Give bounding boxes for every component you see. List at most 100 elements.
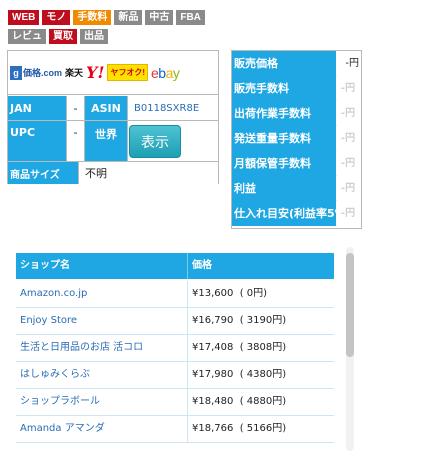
- kakaku-g-icon: g: [10, 65, 22, 80]
- asin-value-text: B0118SXR8E: [134, 102, 200, 114]
- shop-name-link[interactable]: Amanda アマンダ: [20, 416, 105, 442]
- divider: [8, 161, 218, 162]
- shop-price-table: ショップ名 価格 Amazon.co.jp ¥13,600 ( 0円) Enjo…: [16, 253, 334, 451]
- price-row: 利益 -円: [232, 176, 361, 201]
- tag-buyback[interactable]: 買取: [49, 29, 77, 44]
- price-row: 出荷作業手数料 -円: [232, 101, 361, 126]
- jan-value: -: [67, 96, 84, 120]
- divider: [8, 120, 218, 121]
- table-row: Amazon.co.jp ¥13,600 ( 0円): [16, 281, 334, 308]
- shop-price-diff: ( 3808円): [239, 342, 287, 353]
- upc-label-text: UPC: [10, 126, 36, 139]
- size-label: 商品サイズ: [8, 162, 78, 184]
- tag-review[interactable]: レビュ: [8, 29, 46, 44]
- tag-fee[interactable]: 手数料: [73, 10, 112, 25]
- price-row-value: -円: [337, 126, 361, 151]
- asin-label: ASIN: [85, 96, 127, 120]
- tag-new[interactable]: 新品: [114, 10, 143, 25]
- shop-name-link[interactable]: はしゅみくらぶ: [20, 362, 90, 388]
- kakaku-logo-text: 価格.com: [23, 68, 63, 78]
- yahoo-logo[interactable]: Y!: [86, 63, 104, 82]
- size-label-text: 商品サイズ: [10, 169, 60, 181]
- shop-table-header: ショップ名 価格: [16, 253, 334, 279]
- shop-price-header: 価格: [192, 260, 212, 271]
- price-row: 仕入れ目安(利益率5%) -円: [232, 201, 361, 226]
- column-divider: [187, 362, 188, 389]
- column-divider: [187, 308, 188, 335]
- table-row: Amanda アマンダ ¥18,766 ( 5166円): [16, 416, 334, 443]
- price-row-label: 販売手数料: [232, 76, 336, 101]
- divider: [127, 96, 128, 161]
- tag-listing[interactable]: 出品: [80, 29, 108, 44]
- price-row-label: 仕入れ目安(利益率5%): [232, 201, 336, 226]
- shop-name-link[interactable]: 生活と日用品のお店 活コロ: [20, 335, 143, 361]
- shop-price: ¥18,766 ( 5166円): [192, 416, 286, 442]
- rakuten-logo[interactable]: 楽天: [65, 66, 83, 79]
- jan-value-text: -: [73, 101, 78, 115]
- size-value: 不明: [79, 162, 218, 184]
- column-divider: [187, 416, 188, 443]
- shop-price: ¥18,480 ( 4880円): [192, 389, 286, 415]
- show-button[interactable]: 表示: [129, 125, 181, 158]
- shop-name-link[interactable]: ショップラボール: [20, 389, 100, 415]
- upc-label: UPC: [8, 121, 66, 161]
- shopping-site-logos: g 価格.com 楽天 Y! ヤフオク! ebay: [8, 51, 218, 95]
- price-row-label: 月額保管手数料: [232, 151, 336, 176]
- yafuoku-logo-text: ヤフオク!: [110, 68, 145, 77]
- price-row-value: -円: [337, 151, 361, 176]
- column-divider: [187, 253, 188, 279]
- price-row: 販売価格 -円: [232, 51, 361, 76]
- tag-row-2: レビュ 買取 出品: [8, 29, 108, 44]
- shop-price-value: ¥17,408: [192, 342, 234, 353]
- shop-price: ¥16,790 ( 3190円): [192, 308, 286, 334]
- price-row-value: -円: [337, 51, 361, 76]
- price-breakdown-table: 販売価格 -円 販売手数料 -円 出荷作業手数料 -円 発送重量手数料 -円 月…: [231, 50, 362, 229]
- ebay-letter-y: y: [172, 64, 180, 81]
- shop-price: ¥17,408 ( 3808円): [192, 335, 286, 361]
- tag-web[interactable]: WEB: [8, 10, 40, 25]
- asin-label-text: ASIN: [91, 101, 121, 115]
- shop-table-scrollbar[interactable]: [346, 247, 354, 451]
- shop-price-value: ¥16,790: [192, 315, 234, 326]
- world-label: 世界: [85, 121, 127, 161]
- rakuten-logo-text: 楽天: [65, 68, 84, 78]
- show-button-label: 表示: [141, 134, 169, 151]
- shop-price-value: ¥17,980: [192, 369, 234, 380]
- scrollbar-thumb[interactable]: [346, 253, 354, 357]
- ebay-letter-a: a: [165, 64, 174, 81]
- ebay-letter-b: b: [158, 64, 166, 81]
- shop-price: ¥17,980 ( 4380円): [192, 362, 286, 388]
- price-row-value: -円: [337, 76, 361, 101]
- tag-used[interactable]: 中古: [145, 10, 174, 25]
- price-row-label: 発送重量手数料: [232, 126, 336, 151]
- tag-fba[interactable]: FBA: [176, 10, 205, 25]
- price-row-label: 利益: [232, 176, 336, 201]
- table-row: はしゅみくらぶ ¥17,980 ( 4380円): [16, 362, 334, 389]
- shop-name-header: ショップ名: [20, 260, 70, 271]
- size-value-text: 不明: [85, 167, 107, 180]
- price-row: 発送重量手数料 -円: [232, 126, 361, 151]
- table-row: 生活と日用品のお店 活コロ ¥17,408 ( 3808円): [16, 335, 334, 362]
- tag-mono[interactable]: モノ: [42, 10, 71, 25]
- yahoo-logo-text: Y!: [86, 63, 105, 82]
- world-label-text: 世界: [95, 128, 117, 141]
- price-row-value: -円: [337, 176, 361, 201]
- price-row: 販売手数料 -円: [232, 76, 361, 101]
- jan-label: JAN: [8, 96, 66, 120]
- kakaku-logo[interactable]: g 価格.com: [10, 65, 63, 80]
- column-divider: [187, 281, 188, 308]
- asin-value[interactable]: B0118SXR8E: [128, 96, 218, 120]
- shop-price: ¥13,600 ( 0円): [192, 281, 267, 307]
- shop-name-link[interactable]: Amazon.co.jp: [20, 281, 87, 307]
- price-row-value: -円: [337, 101, 361, 126]
- yafuoku-logo[interactable]: ヤフオク!: [107, 64, 148, 81]
- ebay-logo[interactable]: ebay: [151, 64, 180, 81]
- divider: [84, 96, 85, 161]
- shop-name-link[interactable]: Enjoy Store: [20, 308, 77, 334]
- price-row-label: 販売価格: [232, 51, 336, 76]
- table-row: Enjoy Store ¥16,790 ( 3190円): [16, 308, 334, 335]
- shop-price-diff: ( 4880円): [239, 396, 287, 407]
- ebay-letter-e: e: [151, 64, 159, 81]
- shop-price-diff: ( 4380円): [239, 369, 287, 380]
- price-row-label: 出荷作業手数料: [232, 101, 336, 126]
